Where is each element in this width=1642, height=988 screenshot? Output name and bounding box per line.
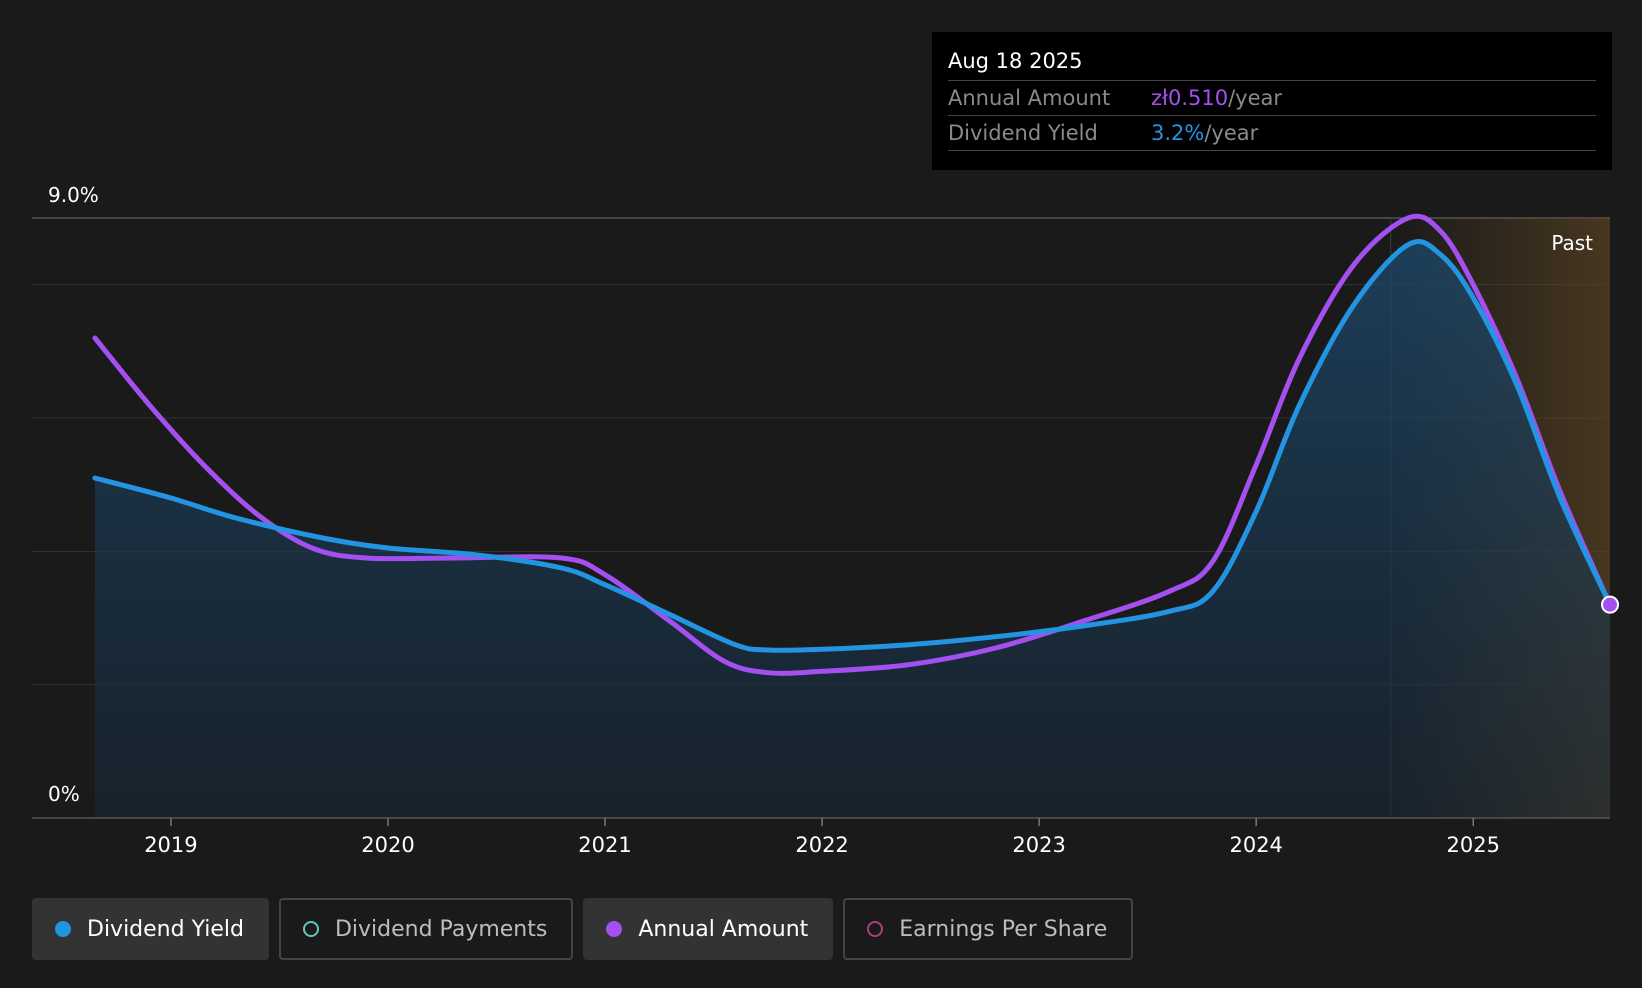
x-tick-label: 2019 — [144, 833, 197, 857]
y-tick-label-top: 9.0% — [48, 183, 99, 207]
x-tick-label: 2021 — [578, 833, 631, 857]
tooltip-annual-amount-value: zł0.510 — [1151, 86, 1229, 110]
x-tick-label: 2025 — [1447, 833, 1500, 857]
tooltip: Aug 18 2025 Annual Amount zł0.510 /year … — [932, 32, 1612, 170]
legend-label: Dividend Payments — [334, 916, 548, 942]
x-tick-label: 2024 — [1229, 833, 1282, 857]
legend-item-annual-amount[interactable]: Annual Amount — [583, 898, 834, 960]
legend-ring-icon — [302, 921, 319, 937]
legend-label: Earnings Per Share — [899, 916, 1108, 942]
tooltip-dividend-yield-value: 3.2% — [1151, 121, 1205, 145]
end-point-marker — [1601, 595, 1619, 614]
tooltip-annual-amount-label: Annual Amount — [948, 86, 1111, 110]
legend: Dividend Yield Dividend Payments Annual … — [32, 898, 1134, 960]
area-layer — [94, 241, 1610, 819]
legend-item-dividend-payments[interactable]: Dividend Payments — [278, 898, 574, 960]
tooltip-dividend-yield-label: Dividend Yield — [948, 121, 1098, 145]
tooltip-dividend-yield-row: Dividend Yield 3.2% /year — [948, 116, 1596, 151]
dividend-yield-area — [94, 241, 1610, 819]
x-axis: 2019 2020 2021 2022 2023 2024 2025 — [32, 817, 1610, 857]
tooltip-annual-amount-row: Annual Amount zł0.510 /year — [948, 81, 1596, 116]
x-tick-label: 2020 — [361, 833, 414, 857]
past-label: Past — [1551, 231, 1593, 255]
legend-ring-icon — [867, 921, 884, 937]
x-tick-label: 2023 — [1012, 833, 1065, 857]
legend-item-dividend-yield[interactable]: Dividend Yield — [32, 898, 269, 960]
legend-dot-icon — [55, 921, 71, 937]
x-tick-label: 2022 — [795, 833, 848, 857]
y-tick-label-bottom: 0% — [48, 782, 80, 806]
tooltip-annual-amount-unit: /year — [1228, 86, 1283, 110]
chart-stage: 2019 2020 2021 2022 2023 2024 2025 9.0% 0% Pas… — [0, 0, 1642, 988]
tooltip-date: Aug 18 2025 — [948, 46, 1596, 81]
legend-dot-icon — [606, 921, 623, 937]
legend-item-earnings-per-share[interactable]: Earnings Per Share — [843, 898, 1134, 960]
legend-label: Annual Amount — [638, 916, 809, 942]
tooltip-dividend-yield-unit: /year — [1204, 121, 1259, 145]
legend-label: Dividend Yield — [87, 916, 244, 942]
